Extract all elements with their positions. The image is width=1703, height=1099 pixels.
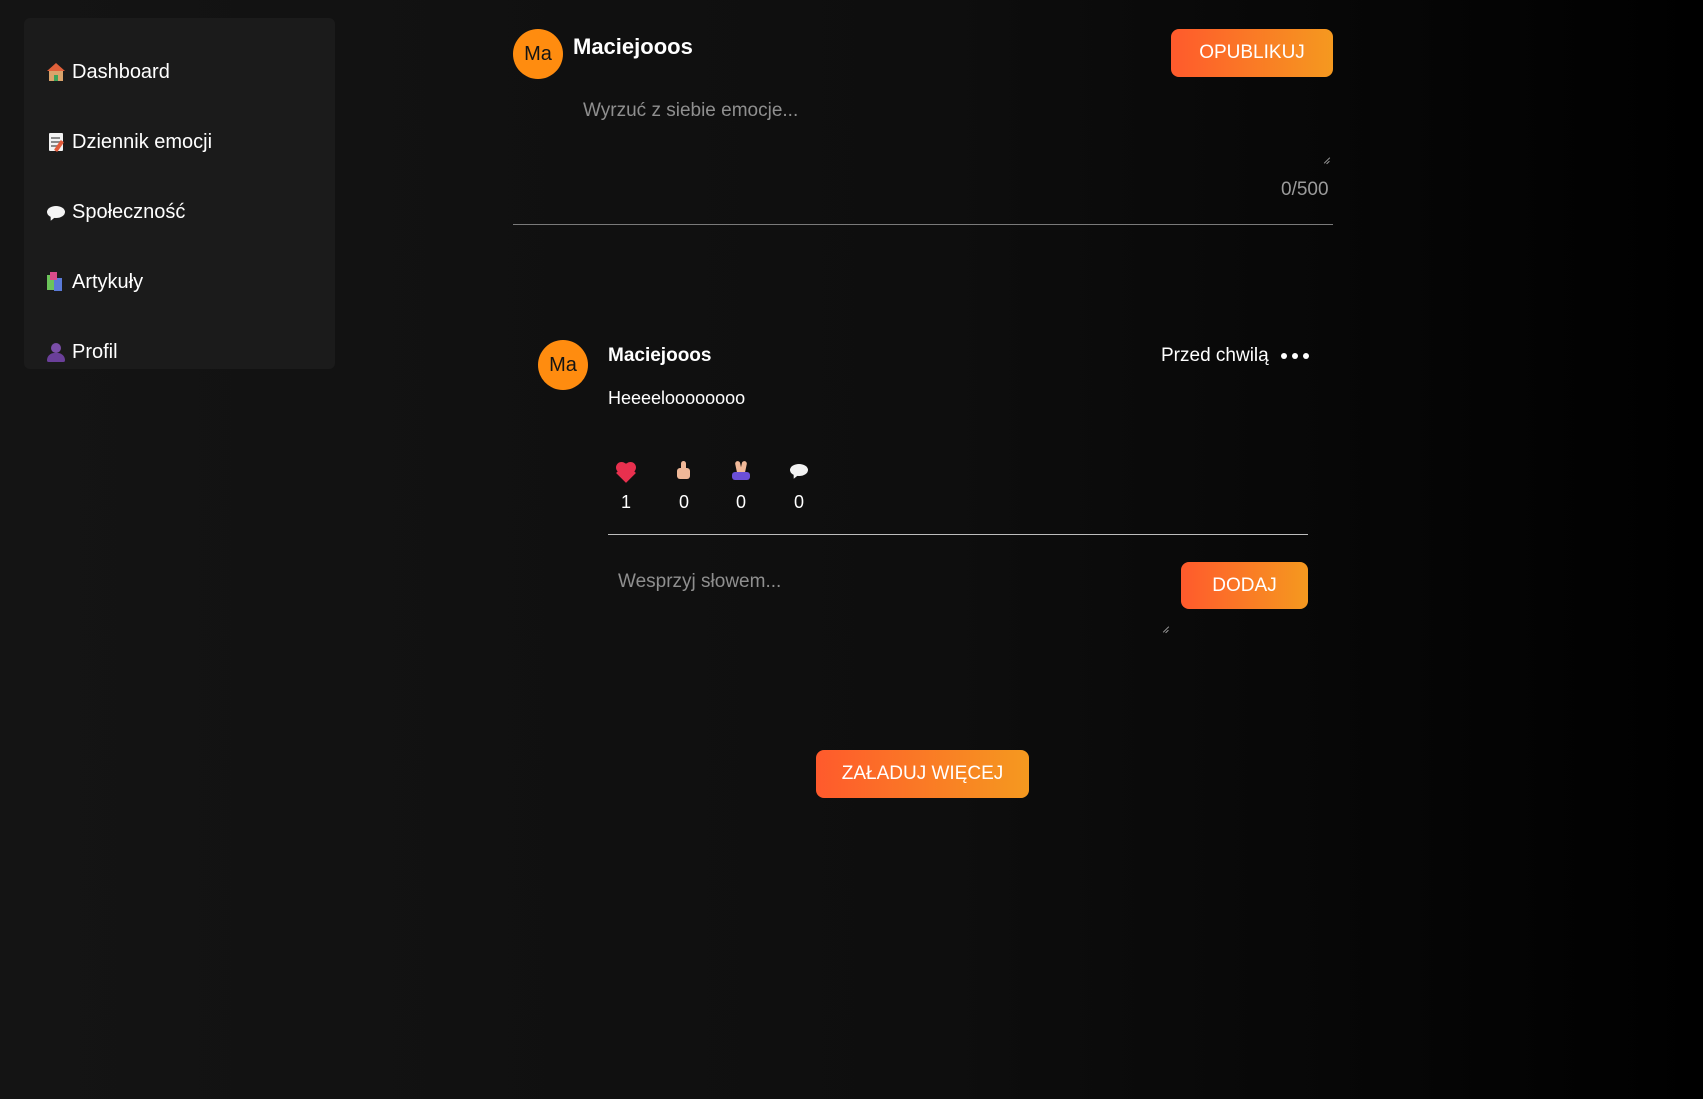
sidebar-item-emotion-journal[interactable]: Dziennik emocji <box>46 125 212 159</box>
composer-username: Maciejooos <box>573 34 693 59</box>
post-divider <box>608 534 1308 535</box>
comment-input[interactable] <box>618 571 1168 631</box>
sidebar: Dashboard Dziennik emocji Społeczność Ar… <box>24 18 335 369</box>
heart-icon <box>616 460 636 483</box>
post-text: Heeeeloooooooo <box>608 388 746 408</box>
thumbs-up-icon <box>674 460 694 480</box>
comment-icon <box>789 460 809 480</box>
reaction-count: 1 <box>620 492 631 512</box>
reaction-praying-hands[interactable]: 0 <box>721 460 761 516</box>
sidebar-item-label: Dziennik emocji <box>72 130 213 153</box>
sidebar-item-articles[interactable]: Artykuły <box>46 265 143 299</box>
reaction-heart[interactable]: 1 <box>606 460 646 516</box>
house-icon <box>46 62 66 82</box>
sidebar-item-label: Społeczność <box>72 200 186 223</box>
add-comment-button[interactable]: DODAJ <box>1181 562 1308 609</box>
reaction-count: 0 <box>735 492 746 512</box>
sidebar-item-label: Dashboard <box>72 60 170 83</box>
reaction-count: 0 <box>793 492 804 512</box>
sidebar-item-label: Profil <box>72 340 118 363</box>
memo-icon <box>46 132 66 153</box>
avatar: Ma <box>513 29 563 79</box>
sidebar-item-dashboard[interactable]: Dashboard <box>46 55 170 89</box>
resize-handle-icon[interactable] <box>1161 626 1169 634</box>
emotion-textarea[interactable] <box>583 100 1333 162</box>
resize-handle-icon[interactable] <box>1322 157 1330 165</box>
sidebar-item-label: Artykuły <box>72 270 144 293</box>
publish-button[interactable]: OPUBLIKUJ <box>1171 29 1333 77</box>
post-username: Maciejooos <box>608 345 712 366</box>
speech-bubble-icon <box>46 202 66 222</box>
post-timestamp: Przed chwilą <box>1161 345 1269 366</box>
reaction-count: 0 <box>678 492 689 512</box>
person-icon <box>46 342 66 362</box>
load-more-button[interactable]: ZAŁADUJ WIĘCEJ <box>816 750 1029 798</box>
reaction-thumbs-up[interactable]: 0 <box>664 460 704 516</box>
sidebar-item-community[interactable]: Społeczność <box>46 195 185 229</box>
avatar: Ma <box>538 340 588 390</box>
composer-divider <box>513 224 1333 225</box>
praying-hands-icon <box>731 460 751 480</box>
sidebar-item-profile[interactable]: Profil <box>46 335 118 369</box>
books-icon <box>46 272 66 292</box>
reaction-comment[interactable]: 0 <box>779 460 819 516</box>
more-options-icon[interactable] <box>1281 351 1309 361</box>
character-counter: 0/500 <box>1281 179 1329 200</box>
